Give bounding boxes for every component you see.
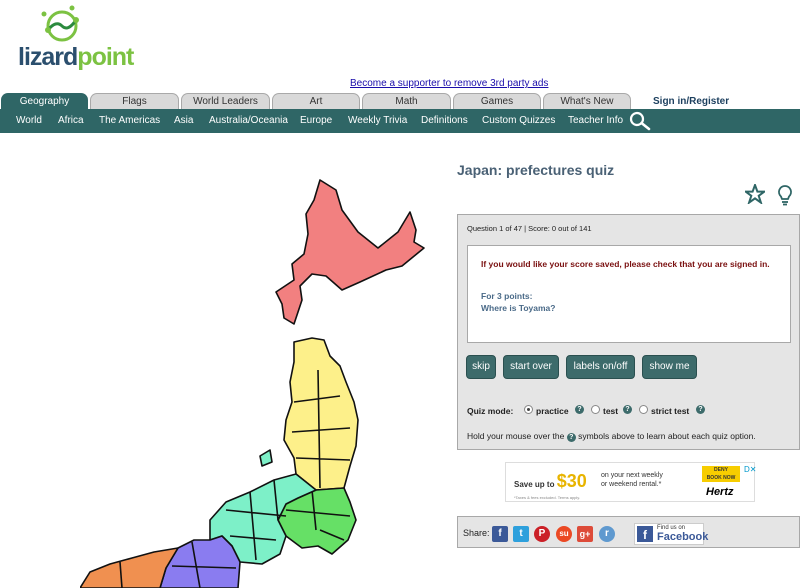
ad-subline: on your next weekly or weekend rental.* [601, 472, 663, 488]
ad-book-now-badge[interactable]: DENY BOOK NOW [702, 466, 740, 482]
start-over-button[interactable]: start over [503, 355, 559, 379]
quiz-mode-help-text: Hold your mouse over the ? symbols above… [467, 431, 756, 442]
pinterest-icon[interactable]: P [534, 526, 550, 542]
subnav-europe[interactable]: Europe [300, 109, 332, 133]
favorite-star-icon[interactable] [745, 184, 765, 204]
ad-fine-print: *Taxes & fees excluded. Terms apply. [514, 495, 581, 500]
question-status: Question 1 of 47 | Score: 0 out of 141 [467, 224, 592, 233]
signin-warning: If you would like your score saved, plea… [481, 259, 770, 269]
map-region-kinki[interactable] [159, 535, 241, 588]
googleplus-icon[interactable]: g+ [577, 526, 593, 542]
subnav-africa[interactable]: Africa [58, 109, 84, 133]
subnav-teacher-info[interactable]: Teacher Info [568, 109, 623, 133]
map-region-tohoku[interactable] [283, 337, 359, 491]
ad-headline: Save up to $30 [514, 471, 587, 491]
hertz-ad-banner[interactable]: Save up to $30 on your next weekly or wee… [505, 462, 756, 502]
subnav-australia-oceania[interactable]: Australia/Oceania [209, 109, 288, 133]
skip-button[interactable]: skip [466, 355, 496, 379]
reddit-icon[interactable]: r [599, 526, 615, 542]
practice-help-icon[interactable]: ? [575, 405, 584, 414]
subnav-americas[interactable]: The Americas [99, 109, 160, 133]
region-subnav: World Africa The Americas Asia Australia… [0, 109, 800, 133]
strict-test-help-icon[interactable]: ? [696, 405, 705, 414]
subnav-definitions[interactable]: Definitions [421, 109, 468, 133]
quiz-mode-label: Quiz mode: [467, 406, 514, 416]
facebook-f-icon: f [637, 526, 653, 542]
supporter-link[interactable]: Become a supporter to remove 3rd party a… [350, 78, 548, 89]
logo-wordmark[interactable]: lizardpoint [18, 43, 134, 72]
quiz-panel: Question 1 of 47 | Score: 0 out of 141 I… [457, 214, 800, 450]
mode-test-label[interactable]: test [603, 406, 618, 416]
labels-toggle-button[interactable]: labels on/off [566, 355, 635, 379]
subnav-custom-quizzes[interactable]: Custom Quizzes [482, 109, 555, 133]
signin-link[interactable]: Sign in/Register [653, 96, 729, 107]
facebook-page-badge[interactable]: f Find us on Facebook [634, 523, 708, 545]
tab-art[interactable]: Art [272, 93, 360, 109]
search-icon[interactable] [628, 111, 652, 131]
hint-lightbulb-icon[interactable] [775, 184, 795, 206]
show-me-button[interactable]: show me [642, 355, 697, 379]
mode-strict-test-label[interactable]: strict test [651, 406, 689, 416]
twitter-icon[interactable]: t [513, 526, 529, 542]
test-help-icon[interactable]: ? [623, 405, 632, 414]
subnav-world[interactable]: World [16, 109, 42, 133]
subnav-asia[interactable]: Asia [174, 109, 193, 133]
tab-whats-new[interactable]: What's New [543, 93, 631, 109]
stumbleupon-icon[interactable]: su [556, 526, 572, 542]
ad-choices-close-icon[interactable]: D✕ [744, 465, 756, 474]
share-bar: Share: f t P su g+ r f Find us on Facebo… [457, 516, 800, 548]
lizard-logo-icon [41, 5, 79, 42]
tab-geography[interactable]: Geography [1, 93, 88, 109]
subnav-weekly-trivia[interactable]: Weekly Trivia [348, 109, 407, 133]
tab-math[interactable]: Math [362, 93, 451, 109]
japan-prefectures-map[interactable] [80, 170, 450, 588]
mode-strict-test-radio[interactable] [639, 405, 648, 414]
mode-practice-radio[interactable] [524, 405, 533, 414]
help-symbol-icon: ? [566, 433, 576, 442]
facebook-icon[interactable]: f [492, 526, 508, 542]
quiz-message-box: If you would like your score saved, plea… [467, 245, 791, 343]
mode-test-radio[interactable] [591, 405, 600, 414]
tab-world-leaders[interactable]: World Leaders [181, 93, 270, 109]
tab-flags[interactable]: Flags [90, 93, 179, 109]
map-region-sado[interactable] [259, 449, 273, 467]
quiz-title: Japan: prefectures quiz [457, 162, 615, 178]
tab-games[interactable]: Games [453, 93, 541, 109]
mode-practice-label[interactable]: practice [536, 406, 569, 416]
points-label: For 3 points: [481, 291, 533, 301]
ad-brand-logo: Hertz [706, 486, 734, 498]
share-label: Share: [463, 528, 490, 538]
quiz-question: Where is Toyama? [481, 303, 556, 313]
map-region-hokkaido[interactable] [275, 179, 425, 325]
